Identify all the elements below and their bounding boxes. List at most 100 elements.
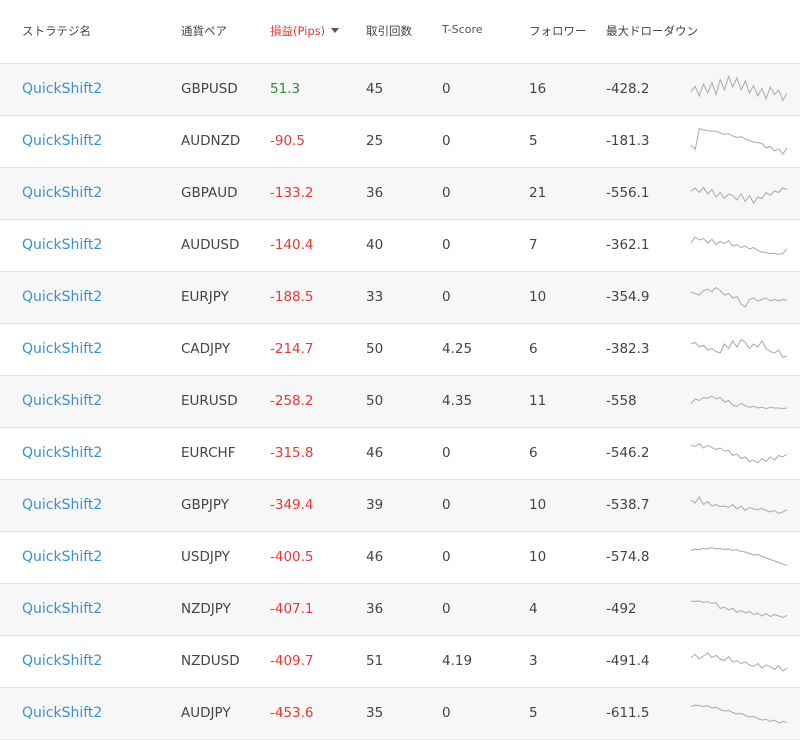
strategy-name-link[interactable]: QuickShift2: [22, 81, 102, 97]
strategy-name-link[interactable]: QuickShift2: [22, 133, 102, 149]
trade-count: 25: [366, 133, 384, 149]
equity-sparkline: [690, 496, 788, 515]
table-row[interactable]: QuickShift2 EURCHF -315.8 46 0 6 -546.2: [0, 428, 800, 480]
tscore-value: 0: [442, 549, 451, 565]
table-row[interactable]: QuickShift2 NZDUSD -409.7 51 4.19 3 -491.4: [0, 636, 800, 688]
trade-count: 36: [366, 601, 384, 617]
sparkline-path: [690, 442, 788, 464]
trade-count: 45: [366, 81, 384, 97]
currency-pair: GBPUSD: [181, 81, 238, 97]
tscore-value: 4.25: [442, 341, 473, 357]
strategy-name-link[interactable]: QuickShift2: [22, 289, 102, 305]
pnl-value: -140.4: [270, 237, 314, 253]
strategy-name-link[interactable]: QuickShift2: [22, 497, 102, 513]
header-followers[interactable]: フォロワー: [529, 23, 587, 39]
table-row[interactable]: QuickShift2 GBPJPY -349.4 39 0 10 -538.7: [0, 480, 800, 532]
currency-pair: AUDUSD: [181, 237, 240, 253]
strategy-name-link[interactable]: QuickShift2: [22, 653, 102, 669]
equity-sparkline: [690, 236, 788, 255]
pnl-value: 51.3: [270, 81, 301, 97]
equity-sparkline: [690, 338, 788, 359]
follower-count: 5: [529, 705, 538, 721]
table-row[interactable]: QuickShift2 USDJPY -400.5 46 0 10 -574.8: [0, 532, 800, 584]
strategy-name-link[interactable]: QuickShift2: [22, 341, 102, 357]
trade-count: 35: [366, 705, 384, 721]
pnl-value: -409.7: [270, 653, 314, 669]
pnl-value: -407.1: [270, 601, 314, 617]
header-max-drawdown[interactable]: 最大ドローダウン: [606, 23, 698, 39]
trade-count: 50: [366, 341, 384, 357]
trade-count: 36: [366, 185, 384, 201]
strategy-name-link[interactable]: QuickShift2: [22, 601, 102, 617]
header-strategy-name[interactable]: ストラテジ名: [22, 23, 91, 39]
sparkline-path: [690, 395, 788, 410]
currency-pair: USDJPY: [181, 549, 230, 565]
strategy-name-link[interactable]: QuickShift2: [22, 393, 102, 409]
header-currency-pair[interactable]: 通貨ペア: [181, 23, 227, 39]
sparkline-path: [690, 286, 788, 308]
table-row[interactable]: QuickShift2 AUDJPY -453.6 35 0 5 -611.5: [0, 688, 800, 740]
currency-pair: EURUSD: [181, 393, 238, 409]
table-header: ストラテジ名 通貨ペア 損益(Pips) 取引回数 T-Score フォロワー …: [0, 0, 800, 64]
sparkline-path: [690, 652, 788, 672]
table-row[interactable]: QuickShift2 AUDUSD -140.4 40 0 7 -362.1: [0, 220, 800, 272]
pnl-value: -400.5: [270, 549, 314, 565]
strategy-ranking-table: ストラテジ名 通貨ペア 損益(Pips) 取引回数 T-Score フォロワー …: [0, 0, 800, 740]
currency-pair: GBPAUD: [181, 185, 238, 201]
header-tscore[interactable]: T-Score: [442, 23, 483, 36]
follower-count: 21: [529, 185, 547, 201]
currency-pair: NZDJPY: [181, 601, 231, 617]
follower-count: 10: [529, 549, 547, 565]
tscore-value: 0: [442, 237, 451, 253]
strategy-name-link[interactable]: QuickShift2: [22, 445, 102, 461]
pnl-value: -258.2: [270, 393, 314, 409]
follower-count: 6: [529, 445, 538, 461]
table-row[interactable]: QuickShift2 GBPAUD -133.2 36 0 21 -556.1: [0, 168, 800, 220]
tscore-value: 0: [442, 497, 451, 513]
strategy-name-link[interactable]: QuickShift2: [22, 549, 102, 565]
follower-count: 7: [529, 237, 538, 253]
follower-count: 3: [529, 653, 538, 669]
equity-sparkline: [690, 600, 788, 619]
table-row[interactable]: QuickShift2 GBPUSD 51.3 45 0 16 -428.2: [0, 64, 800, 116]
follower-count: 5: [529, 133, 538, 149]
max-drawdown-value: -428.2: [606, 81, 650, 97]
strategy-name-link[interactable]: QuickShift2: [22, 237, 102, 253]
sort-desc-icon: [331, 28, 340, 33]
table-row[interactable]: QuickShift2 NZDJPY -407.1 36 0 4 -492: [0, 584, 800, 636]
sparkline-path: [690, 496, 788, 515]
strategy-name-link[interactable]: QuickShift2: [22, 185, 102, 201]
tscore-value: 0: [442, 81, 451, 97]
header-trades[interactable]: 取引回数: [366, 23, 412, 39]
equity-sparkline: [690, 127, 788, 155]
max-drawdown-value: -574.8: [606, 549, 650, 565]
trade-count: 33: [366, 289, 384, 305]
follower-count: 10: [529, 497, 547, 513]
table-body: QuickShift2 GBPUSD 51.3 45 0 16 -428.2 QuickShi…: [0, 64, 800, 740]
sparkline-path: [690, 236, 788, 255]
trade-count: 50: [366, 393, 384, 409]
header-pnl-pips[interactable]: 損益(Pips): [270, 23, 340, 39]
currency-pair: NZDUSD: [181, 653, 240, 669]
tscore-value: 0: [442, 289, 451, 305]
header-pnl-label: 損益(Pips): [270, 24, 326, 38]
tscore-value: 4.19: [442, 653, 473, 669]
table-row[interactable]: QuickShift2 EURJPY -188.5 33 0 10 -354.9: [0, 272, 800, 324]
max-drawdown-value: -382.3: [606, 341, 650, 357]
max-drawdown-value: -492: [606, 601, 637, 617]
tscore-value: 0: [442, 705, 451, 721]
table-row[interactable]: QuickShift2 CADJPY -214.7 50 4.25 6 -382.3: [0, 324, 800, 376]
currency-pair: EURCHF: [181, 445, 236, 461]
equity-sparkline: [690, 186, 788, 204]
follower-count: 6: [529, 341, 538, 357]
max-drawdown-value: -611.5: [606, 705, 650, 721]
table-row[interactable]: QuickShift2 EURUSD -258.2 50 4.35 11 -558: [0, 376, 800, 428]
pnl-value: -133.2: [270, 185, 314, 201]
pnl-value: -188.5: [270, 289, 314, 305]
strategy-name-link[interactable]: QuickShift2: [22, 705, 102, 721]
sparkline-path: [690, 546, 788, 566]
table-row[interactable]: QuickShift2 AUDNZD -90.5 25 0 5 -181.3: [0, 116, 800, 168]
pnl-value: -214.7: [270, 341, 314, 357]
equity-sparkline: [690, 546, 788, 566]
trade-count: 51: [366, 653, 384, 669]
